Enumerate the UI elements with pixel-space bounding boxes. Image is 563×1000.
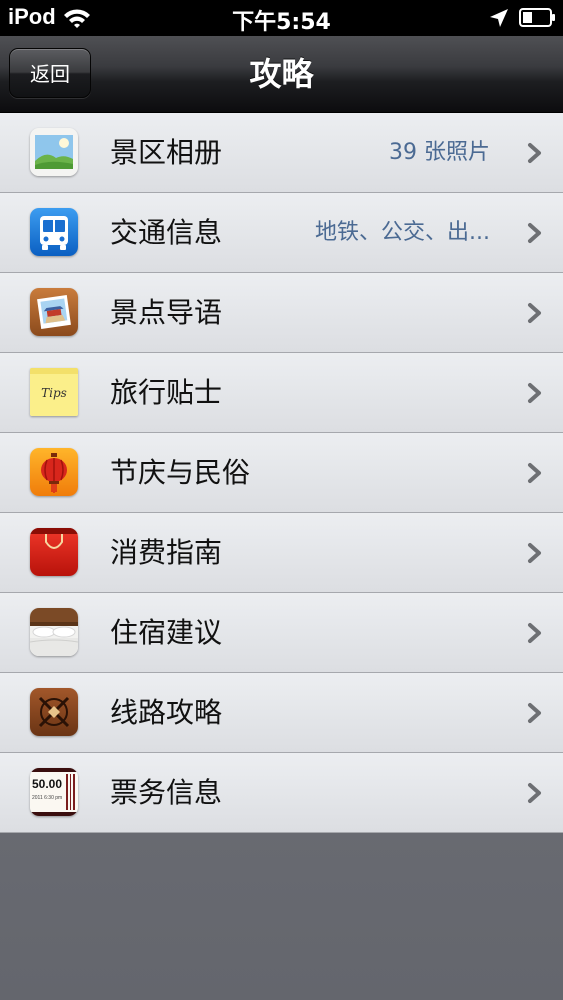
list-item-detail: 39 张照片: [389, 140, 490, 165]
list-item-detail: 地铁、公交、出...: [315, 220, 490, 245]
status-bar: iPod 下午5:54: [0, 0, 563, 36]
menu-list: 景区相册 39 张照片 交通信息 地铁、公交、出... 景点导语 Tips 旅行…: [0, 113, 563, 833]
navigation-bar: 攻略 返回: [0, 36, 563, 113]
list-item-label: 消费指南: [110, 536, 223, 569]
list-item-label: 旅行贴士: [110, 376, 223, 409]
list-item-travel-tips[interactable]: Tips 旅行贴士: [0, 353, 563, 433]
tips-note-icon: Tips: [30, 368, 78, 416]
photo-album-icon: [30, 128, 78, 176]
bus-icon: [30, 208, 78, 256]
list-item-label: 住宿建议: [110, 616, 223, 649]
list-item-label: 线路攻略: [110, 696, 223, 729]
status-time: 下午5:54: [232, 10, 331, 35]
compass-icon: [30, 688, 78, 736]
bed-icon: [30, 608, 78, 656]
location-arrow-icon: [490, 9, 508, 27]
lantern-icon: [30, 448, 78, 496]
battery-icon: [519, 8, 555, 27]
tips-note-text: Tips: [41, 386, 67, 400]
list-item-label: 景点导语: [110, 296, 223, 329]
chevron-right-icon: [528, 623, 541, 643]
list-item-label: 票务信息: [110, 776, 223, 809]
ticket-date-text: 2011 6:30 pm: [32, 795, 62, 801]
chevron-right-icon: [528, 543, 541, 563]
list-item-shopping[interactable]: 消费指南: [0, 513, 563, 593]
list-item-label: 交通信息: [110, 216, 223, 249]
chevron-right-icon: [528, 383, 541, 403]
shopping-bag-icon: [30, 528, 78, 576]
back-button[interactable]: 返回: [9, 48, 91, 98]
ticket-icon: 50.00 2011 6:30 pm: [30, 768, 78, 816]
chevron-right-icon: [528, 223, 541, 243]
ticket-price-text: 50.00: [32, 777, 62, 791]
chevron-right-icon: [528, 703, 541, 723]
chevron-right-icon: [528, 143, 541, 163]
list-item-transport[interactable]: 交通信息 地铁、公交、出...: [0, 193, 563, 273]
chevron-right-icon: [528, 783, 541, 803]
list-item-label: 景区相册: [110, 136, 223, 169]
list-item-festivals[interactable]: 节庆与民俗: [0, 433, 563, 513]
list-item-routes[interactable]: 线路攻略: [0, 673, 563, 753]
chevron-right-icon: [528, 463, 541, 483]
list-item-accommodation[interactable]: 住宿建议: [0, 593, 563, 673]
list-item-introduction[interactable]: 景点导语: [0, 273, 563, 353]
list-item-tickets[interactable]: 50.00 2011 6:30 pm 票务信息: [0, 753, 563, 833]
chevron-right-icon: [528, 303, 541, 323]
temple-photo-icon: [30, 288, 78, 336]
list-item-photo-album[interactable]: 景区相册 39 张照片: [0, 113, 563, 193]
list-item-label: 节庆与民俗: [110, 456, 251, 489]
